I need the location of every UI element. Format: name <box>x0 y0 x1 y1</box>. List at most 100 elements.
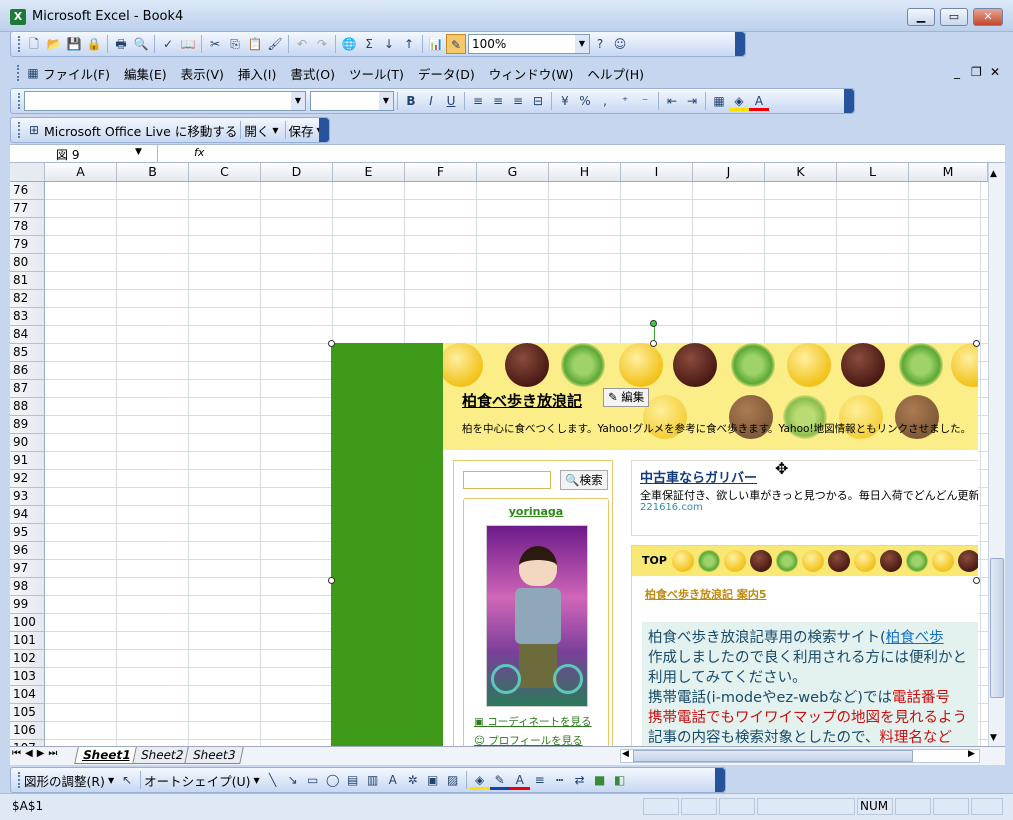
row-header[interactable]: 99 <box>10 596 45 614</box>
row-header[interactable]: 104 <box>10 686 45 704</box>
maximize-button[interactable]: ▭ <box>940 8 968 26</box>
post-inline-link[interactable]: 柏食べ歩 <box>886 630 944 646</box>
vertical-textbox-icon[interactable]: ▥ <box>363 770 383 790</box>
office-live-icon[interactable]: ⊞ <box>24 120 44 140</box>
decrease-indent-icon[interactable]: ⇤ <box>662 91 682 111</box>
zoom-select[interactable]: 100% ▼ <box>468 34 590 54</box>
shadow-icon[interactable]: ■ <box>590 770 610 790</box>
oval-icon[interactable]: ◯ <box>323 770 343 790</box>
row-header[interactable]: 106 <box>10 722 45 740</box>
font-select[interactable]: ▼ <box>24 91 306 111</box>
arrow-icon[interactable]: ↘ <box>283 770 303 790</box>
menu-help[interactable]: ヘルプ(H) <box>587 64 644 83</box>
column-header[interactable]: E <box>333 163 405 181</box>
column-header[interactable]: B <box>117 163 189 181</box>
blog-search-input[interactable] <box>463 471 551 489</box>
scroll-left-icon[interactable]: ◀ <box>622 749 629 759</box>
coordinate-link[interactable]: ▣ コーディネートを見る <box>474 714 592 729</box>
clipart-icon[interactable]: ▣ <box>423 770 443 790</box>
select-all-corner[interactable] <box>10 163 45 181</box>
row-header[interactable]: 86 <box>10 362 45 380</box>
rotate-handle[interactable] <box>650 320 657 327</box>
font-color-icon[interactable]: A <box>749 91 769 111</box>
goto-office-live-button[interactable]: Microsoft Office Live に移動する <box>44 121 237 140</box>
dash-style-icon[interactable]: ┅ <box>550 770 570 790</box>
permission-icon[interactable]: 🔒 <box>84 34 104 54</box>
align-right-icon[interactable]: ≡ <box>508 91 528 111</box>
bold-icon[interactable]: B <box>401 91 421 111</box>
row-header[interactable]: 76 <box>10 182 45 200</box>
column-header[interactable]: L <box>837 163 909 181</box>
menu-view[interactable]: 表示(V) <box>181 64 224 83</box>
save-live-button[interactable]: 保存 <box>289 121 314 140</box>
new-icon[interactable]: 🗋 <box>24 34 44 54</box>
spelling-icon[interactable]: ✓ <box>158 34 178 54</box>
italic-icon[interactable]: I <box>421 91 441 111</box>
draw-adjust-menu[interactable]: 図形の調整(R) <box>24 771 105 790</box>
percent-icon[interactable]: % <box>575 91 595 111</box>
blog-title[interactable]: 柏食べ歩き放浪記 <box>462 390 582 411</box>
menu-tools[interactable]: ツール(T) <box>349 64 404 83</box>
chevron-down-icon[interactable]: ▼ <box>379 92 393 110</box>
font-color-icon[interactable]: A <box>509 770 530 790</box>
row-header[interactable]: 92 <box>10 470 45 488</box>
decrease-decimal-icon[interactable]: ⁻ <box>635 91 655 111</box>
resize-handle-e[interactable] <box>973 577 980 584</box>
undo-icon[interactable]: ↶ <box>292 34 312 54</box>
horizontal-scrollbar[interactable]: ◀ ▶ <box>620 749 980 763</box>
picture-icon[interactable]: ▨ <box>443 770 463 790</box>
merge-center-icon[interactable]: ⊟ <box>528 91 548 111</box>
menu-edit[interactable]: 編集(E) <box>124 64 167 83</box>
row-header[interactable]: 103 <box>10 668 45 686</box>
increase-decimal-icon[interactable]: ⁺ <box>615 91 635 111</box>
smiley-icon[interactable]: ☺ <box>610 34 630 54</box>
profile-link[interactable]: ☺ プロフィールを見る <box>474 733 583 746</box>
borders-icon[interactable]: ▦ <box>709 91 729 111</box>
font-size-select[interactable]: ▼ <box>310 91 394 111</box>
sheet-nav-icons[interactable]: ⏮◀▶⏭ <box>12 748 61 759</box>
menu-format[interactable]: 書式(O) <box>290 64 335 83</box>
ad-url[interactable]: 221616.com <box>640 502 703 513</box>
sheet-tab-3[interactable]: Sheet3 <box>184 747 245 764</box>
rectangle-icon[interactable]: ▭ <box>303 770 323 790</box>
row-header[interactable]: 95 <box>10 524 45 542</box>
row-header[interactable]: 84 <box>10 326 45 344</box>
fx-icon[interactable]: fx <box>194 146 204 159</box>
currency-icon[interactable]: ¥ <box>555 91 575 111</box>
toolbar-options-icon[interactable] <box>319 118 329 142</box>
toolbar-options-icon[interactable] <box>735 32 745 56</box>
wordart-icon[interactable]: A <box>383 770 403 790</box>
row-header[interactable]: 94 <box>10 506 45 524</box>
row-header[interactable]: 101 <box>10 632 45 650</box>
row-header[interactable]: 78 <box>10 218 45 236</box>
row-header[interactable]: 82 <box>10 290 45 308</box>
align-left-icon[interactable]: ≡ <box>468 91 488 111</box>
cut-icon[interactable]: ✂ <box>205 34 225 54</box>
ad-title-link[interactable]: 中古車ならガリバー <box>640 467 757 486</box>
resize-handle-w[interactable] <box>328 577 335 584</box>
row-header[interactable]: 98 <box>10 578 45 596</box>
autosum-icon[interactable]: Σ <box>359 34 379 54</box>
menu-window[interactable]: ウィンドウ(W) <box>489 64 574 83</box>
name-box[interactable]: 図 9 ▼ <box>10 145 158 162</box>
sheet-tab-2[interactable]: Sheet2 <box>131 747 192 764</box>
research-icon[interactable]: 📖 <box>178 34 198 54</box>
vertical-scrollbar[interactable]: ▲ ▼ <box>988 163 1005 746</box>
3d-icon[interactable]: ◧ <box>610 770 630 790</box>
chevron-down-icon[interactable]: ▼ <box>575 35 589 53</box>
help-icon[interactable]: ? <box>590 34 610 54</box>
column-header[interactable]: H <box>549 163 621 181</box>
sort-descending-icon[interactable]: ↑ <box>399 34 419 54</box>
print-icon[interactable]: 🖶 <box>111 34 131 54</box>
column-header[interactable]: J <box>693 163 765 181</box>
drawing-icon[interactable]: ✎ <box>446 34 466 54</box>
copy-icon[interactable]: ⎘ <box>225 34 245 54</box>
doc-close-icon[interactable]: ✕ <box>990 65 1000 79</box>
underline-icon[interactable]: U <box>441 91 461 111</box>
increase-indent-icon[interactable]: ⇥ <box>682 91 702 111</box>
blog-search-button[interactable]: 🔍検索 <box>560 470 608 490</box>
row-header[interactable]: 85 <box>10 344 45 362</box>
doc-minimize-icon[interactable]: _ <box>954 65 960 79</box>
column-header[interactable]: M <box>909 163 988 181</box>
row-header[interactable]: 80 <box>10 254 45 272</box>
